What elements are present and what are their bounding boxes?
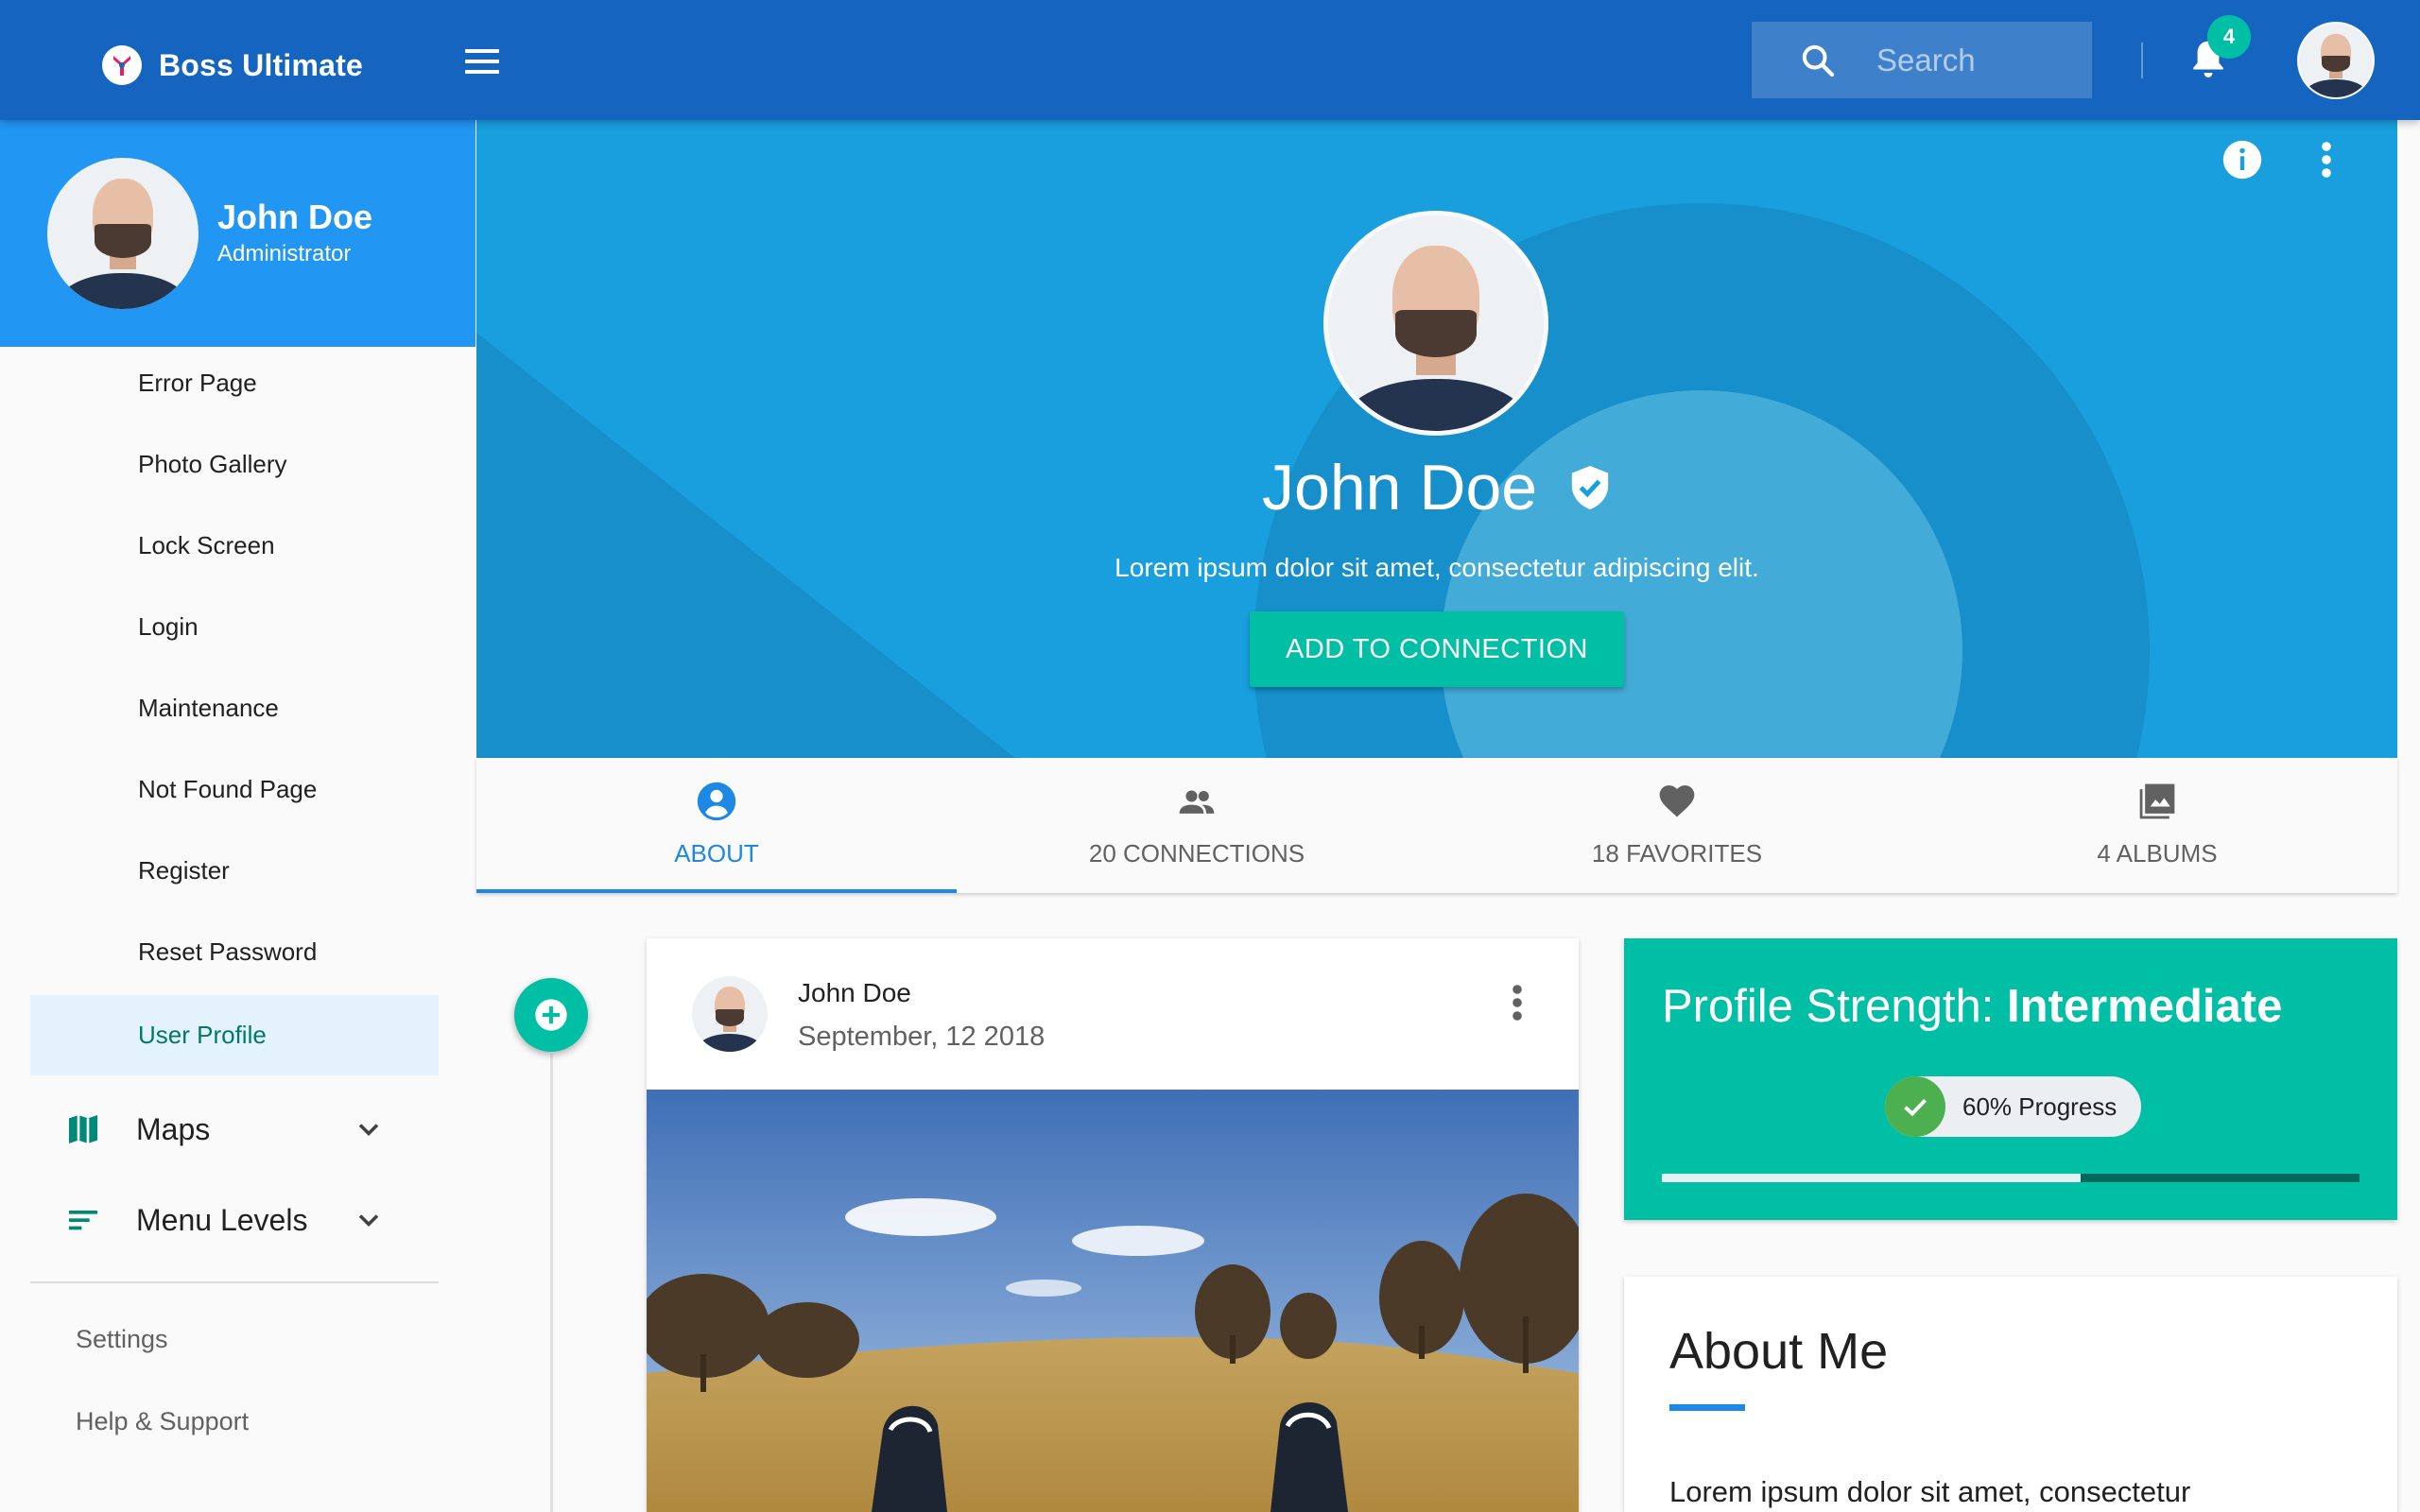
sidebar-group-label: Menu Levels: [136, 1202, 308, 1237]
about-me-title: About Me: [1669, 1323, 1889, 1380]
sidebar-user-name: John Doe: [217, 198, 373, 236]
profile-tabs: ABOUT 20 CONNECTIONS 18 FAVORITES 4 ALBU…: [476, 758, 2397, 893]
tab-connections[interactable]: 20 CONNECTIONS: [957, 758, 1437, 893]
sidebar-group-menu-levels[interactable]: Menu Levels: [30, 1182, 439, 1258]
post-photo[interactable]: [647, 1090, 1579, 1512]
sidebar-group-maps[interactable]: Maps: [30, 1091, 439, 1167]
progress-chip: 60% Progress: [1885, 1076, 2142, 1137]
brand[interactable]: Boss Ultimate: [102, 45, 363, 85]
progress-chip-label: 60% Progress: [1962, 1091, 2118, 1121]
post-date: September, 12 2018: [798, 1022, 1046, 1052]
top-app-bar: Boss Ultimate 4: [0, 0, 2420, 120]
chevron-down-icon: [358, 1124, 379, 1137]
search-input[interactable]: [1876, 42, 2066, 78]
account-circle-icon: [697, 782, 736, 821]
sidebar-user-panel: John Doe Administrator: [0, 120, 475, 347]
profile-cover: John Doe Lorem ipsum dolor sit amet, con…: [476, 120, 2397, 758]
post-author-avatar[interactable]: [692, 976, 768, 1052]
profile-strength-progress-bar: [1662, 1174, 2360, 1182]
people-icon: [1179, 790, 1215, 814]
photo-album-icon: [2139, 783, 2175, 819]
sidebar-item-not-found-page[interactable]: Not Found Page: [30, 749, 439, 830]
more-vertical-icon[interactable]: [1511, 984, 1524, 1022]
profile-strength-progress-fill: [1662, 1174, 2081, 1182]
notification-count-badge: 4: [2207, 15, 2251, 59]
sidebar-item-user-profile[interactable]: User Profile: [30, 995, 439, 1075]
tab-favorites[interactable]: 18 FAVORITES: [1437, 758, 1917, 893]
sidebar-item-register[interactable]: Register: [30, 831, 439, 911]
add-post-button[interactable]: [514, 978, 588, 1052]
about-me-underline: [1669, 1404, 1745, 1411]
topbar-divider: [2141, 43, 2143, 78]
search-box: [1752, 22, 2092, 98]
tab-about[interactable]: ABOUT: [476, 758, 957, 893]
add-to-connection-button[interactable]: ADD TO CONNECTION: [1250, 611, 1624, 687]
profile-bio: Lorem ipsum dolor sit amet, consectetur …: [1115, 553, 1759, 582]
sidebar-divider: [30, 1281, 439, 1283]
post-author-name[interactable]: John Doe: [798, 978, 911, 1008]
sidebar-item-maintenance[interactable]: Maintenance: [30, 668, 439, 748]
sidebar-item-error-page[interactable]: Error Page: [30, 343, 439, 423]
sort-lines-icon: [69, 1211, 97, 1230]
sidebar-link-help-support[interactable]: Help & Support: [76, 1407, 249, 1436]
profile-strength-title: Profile Strength: Intermediate: [1662, 981, 2283, 1032]
sidebar-group-label: Maps: [136, 1111, 211, 1146]
profile-avatar[interactable]: [1323, 211, 1548, 436]
sidebar-item-login[interactable]: Login: [30, 587, 439, 667]
profile-strength-card: Profile Strength: Intermediate 60% Progr…: [1624, 938, 2397, 1220]
info-icon[interactable]: [2221, 139, 2263, 180]
sidebar-item-reset-password[interactable]: Reset Password: [30, 912, 439, 992]
plus-circle-icon: [535, 999, 567, 1031]
search-icon[interactable]: [1799, 42, 1837, 79]
post-card: John Doe September, 12 2018: [647, 938, 1579, 1512]
map-icon: [69, 1115, 97, 1143]
about-me-text: Lorem ipsum dolor sit amet, consectetur: [1669, 1475, 2191, 1508]
tab-albums[interactable]: 4 ALBUMS: [1917, 758, 2397, 893]
sidebar: John Doe Administrator Error Page Photo …: [0, 120, 475, 1512]
account-avatar[interactable]: [2297, 22, 2375, 99]
sidebar-item-lock-screen[interactable]: Lock Screen: [30, 506, 439, 586]
sidebar-link-settings[interactable]: Settings: [76, 1325, 168, 1354]
verified-shield-icon: [1571, 466, 1609, 510]
check-icon: [1885, 1076, 1945, 1137]
menu-toggle-icon[interactable]: [463, 45, 501, 77]
heart-icon: [1659, 785, 1695, 817]
brand-logo-icon: [102, 45, 142, 85]
chevron-down-icon: [358, 1214, 379, 1228]
about-me-card: About Me Lorem ipsum dolor sit amet, con…: [1624, 1277, 2397, 1512]
profile-name: John Doe: [476, 451, 2397, 524]
brand-name: Boss Ultimate: [159, 47, 363, 82]
sidebar-user-avatar[interactable]: [47, 158, 199, 309]
sidebar-item-photo-gallery[interactable]: Photo Gallery: [30, 424, 439, 505]
timeline-line: [550, 1054, 553, 1512]
more-vertical-icon[interactable]: [2320, 141, 2333, 179]
profile-strength-level: Intermediate: [2006, 981, 2283, 1032]
sidebar-user-role: Administrator: [217, 241, 352, 266]
